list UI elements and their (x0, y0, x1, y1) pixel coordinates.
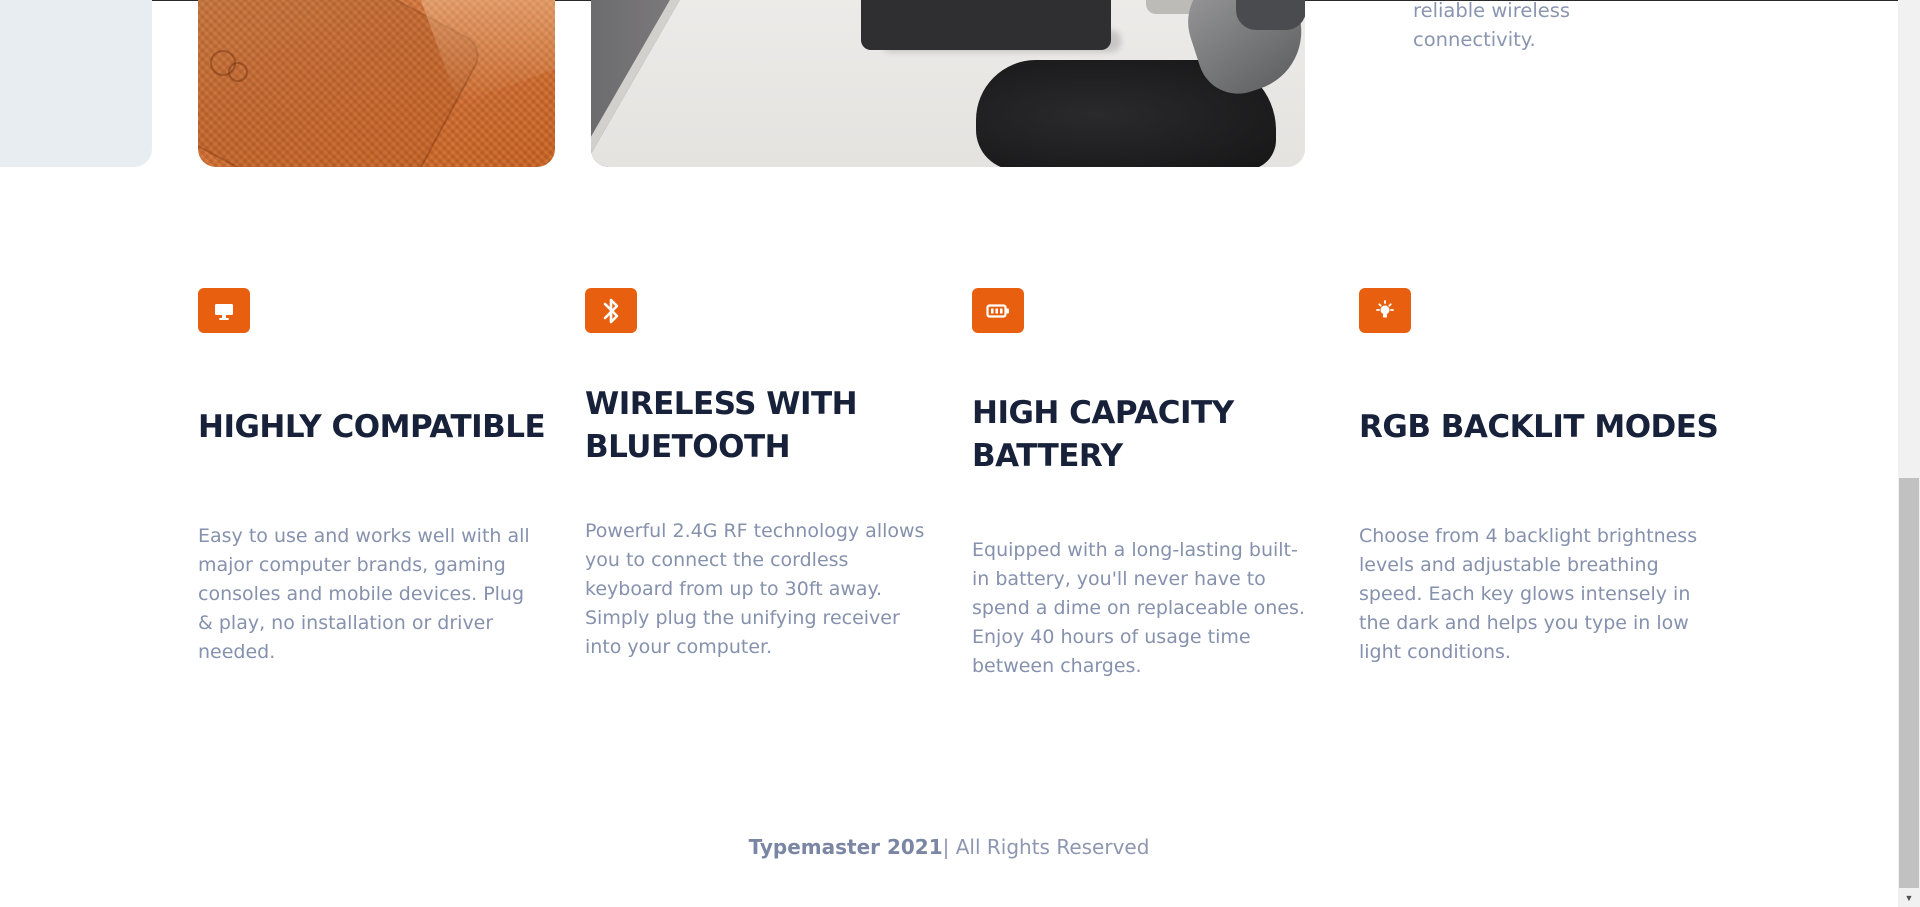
gallery-caption-line1: reliable wireless (1413, 0, 1571, 22)
footer: Typemaster 2021| All Rights Reserved (0, 835, 1898, 859)
gallery-card-left (0, 0, 152, 167)
scrollbar-thumb[interactable] (1899, 478, 1919, 888)
feature-description: Choose from 4 backlight brightness level… (1359, 525, 1698, 663)
battery-icon (972, 288, 1024, 333)
monitor-icon (198, 288, 250, 333)
gallery-caption: reliable wireless connectivity. (1413, 0, 1713, 54)
feature-title: RGB BACKLIT MODES (1359, 409, 1719, 445)
footer-brand: Typemaster 2021 (748, 835, 943, 859)
feature-description: Equipped with a long-lasting built-in ba… (972, 539, 1305, 677)
bluetooth-icon (585, 288, 637, 333)
feature-title: HIGHLY COMPATIBLE (198, 409, 546, 445)
footer-rights: | All Rights Reserved (942, 835, 1150, 859)
feature-description: Powerful 2.4G RF technology allows you t… (585, 520, 925, 658)
feature-title: HIGH CAPACITY BATTERY (972, 395, 1234, 474)
gallery-image-orange-phone (198, 0, 555, 167)
scroll-down-arrow-icon[interactable]: ▼ (1898, 889, 1920, 907)
feature-title: WIRELESS WITH BLUETOOTH (585, 386, 858, 465)
gallery-caption-line2: connectivity. (1413, 28, 1536, 51)
lightbulb-icon (1359, 288, 1411, 333)
feature-description: Easy to use and works well with all majo… (198, 525, 530, 663)
gallery-image-desk-setup (591, 0, 1305, 167)
